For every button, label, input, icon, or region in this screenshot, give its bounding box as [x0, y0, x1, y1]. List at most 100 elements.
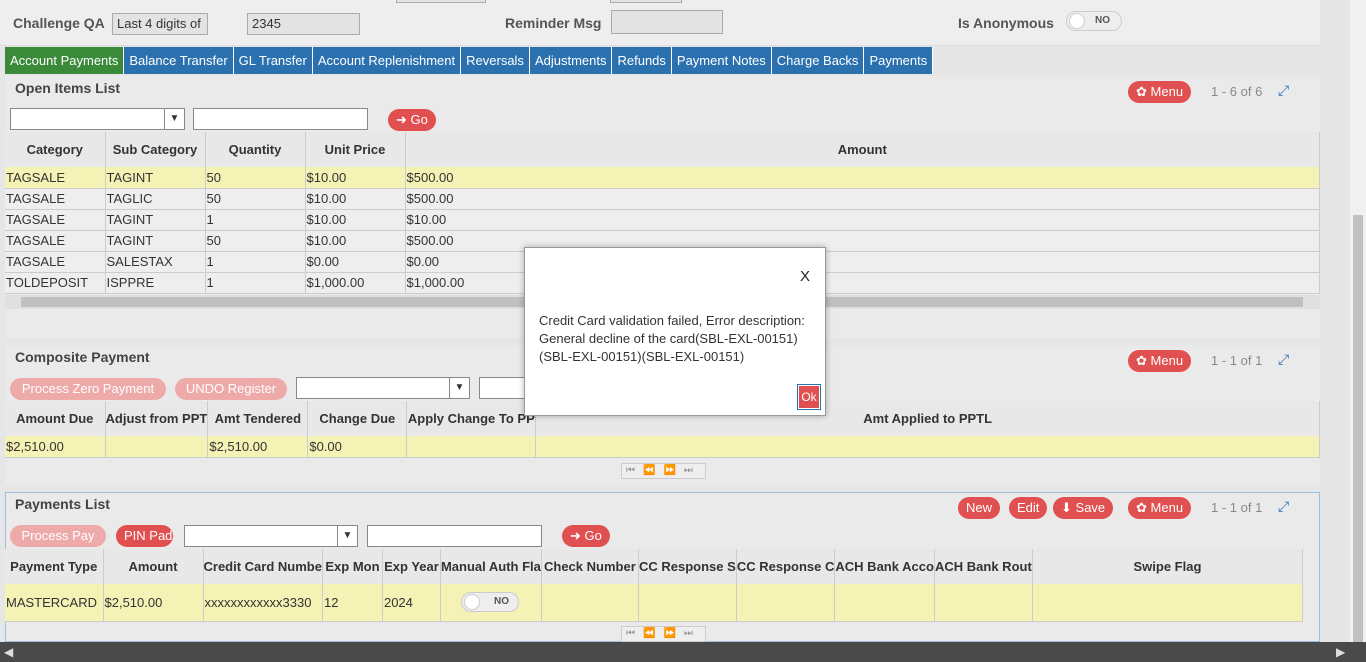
- scroll-left-icon[interactable]: ◀: [4, 645, 13, 659]
- gear-icon: ✿: [1136, 84, 1147, 99]
- cell: 50: [205, 167, 306, 189]
- column-header[interactable]: Credit Card Numbe: [203, 549, 323, 584]
- challenge-answer-field[interactable]: 2345: [247, 13, 360, 35]
- table-row[interactable]: TAGSALE TAGLIC 50 $10.00 $500.00: [5, 188, 1320, 210]
- close-icon[interactable]: X: [800, 268, 810, 285]
- tab-account-payments[interactable]: Account Payments: [5, 47, 125, 74]
- reminder-msg-field[interactable]: [611, 10, 723, 34]
- toggle-text: NO: [493, 596, 509, 607]
- menu-label: Menu: [1150, 353, 1184, 368]
- tab-balance-transfer[interactable]: Balance Transfer: [124, 47, 234, 74]
- table-row[interactable]: TAGSALE TAGINT 50 $10.00 $500.00: [5, 167, 1320, 189]
- save-button[interactable]: ⬇ Save: [1053, 497, 1114, 519]
- manual-auth-toggle[interactable]: NO: [460, 592, 519, 612]
- tab-payment-notes[interactable]: Payment Notes: [671, 47, 772, 74]
- new-button[interactable]: New: [958, 497, 1001, 519]
- tab-payments[interactable]: Payments: [864, 47, 934, 74]
- save-label: Save: [1075, 500, 1106, 515]
- page-vertical-scrollbar[interactable]: [1350, 0, 1366, 642]
- top-field-fragment-2: [610, 0, 682, 3]
- expand-icon[interactable]: ⤢: [1278, 82, 1289, 99]
- column-header[interactable]: Amount: [103, 549, 204, 584]
- column-header[interactable]: Check Number: [541, 549, 639, 584]
- column-header[interactable]: Unit Price: [305, 132, 406, 167]
- tab-account-replenishment[interactable]: Account Replenishment: [312, 47, 462, 74]
- payments-pager[interactable]: ⏮⏪⏩⏭: [621, 626, 706, 642]
- cell: $10.00: [305, 188, 406, 210]
- composite-menu-button[interactable]: ✿ Menu: [1128, 350, 1192, 372]
- ok-button[interactable]: Ok: [797, 384, 821, 410]
- column-header[interactable]: Payment Type: [5, 549, 104, 584]
- open-items-menu-button[interactable]: ✿ Menu: [1128, 81, 1192, 103]
- tab-reversals[interactable]: Reversals: [461, 47, 530, 74]
- page-horizontal-scrollbar[interactable]: ◀ ▶: [0, 642, 1366, 662]
- column-header[interactable]: Quantity: [205, 132, 306, 167]
- process-pay-button[interactable]: Process Pay: [10, 525, 106, 547]
- cell: [541, 584, 639, 622]
- tab-adjustments[interactable]: Adjustments: [529, 47, 613, 74]
- column-header[interactable]: CC Response S: [638, 549, 737, 584]
- chevron-down-icon: ▼: [164, 109, 184, 129]
- column-header[interactable]: Category: [5, 132, 106, 167]
- composite-field-select[interactable]: ▼: [296, 377, 470, 399]
- cell: [638, 584, 737, 622]
- scrollbar-thumb[interactable]: [1353, 215, 1363, 642]
- challenge-question-field[interactable]: Last 4 digits of: [112, 13, 208, 35]
- cell: $10.00: [305, 209, 406, 231]
- expand-icon[interactable]: ⤢: [1278, 351, 1289, 368]
- column-header[interactable]: Adjust from PPT: [105, 401, 209, 436]
- column-header[interactable]: CC Response C: [736, 549, 836, 584]
- payments-menu-button[interactable]: ✿ Menu: [1128, 497, 1192, 519]
- column-header[interactable]: Swipe Flag: [1032, 549, 1304, 584]
- manual-auth-cell: NO: [440, 584, 542, 622]
- cell: $0.00: [305, 251, 406, 273]
- scroll-right-icon[interactable]: ▶: [1336, 645, 1345, 659]
- open-items-search-input[interactable]: [193, 108, 368, 130]
- pin-pad-button[interactable]: PIN Pad: [116, 525, 173, 547]
- is-anonymous-toggle[interactable]: NO: [1066, 11, 1122, 31]
- column-header[interactable]: ACH Bank Rout: [934, 549, 1033, 584]
- column-header[interactable]: Apply Change To PP: [406, 401, 537, 436]
- expand-icon[interactable]: ⤢: [1278, 498, 1289, 515]
- top-field-fragment-1: [396, 0, 486, 3]
- tab-gl-transfer[interactable]: GL Transfer: [233, 47, 313, 74]
- composite-count: 1 - 1 of 1: [1211, 353, 1263, 368]
- cell: 1: [205, 272, 306, 294]
- composite-pager[interactable]: ⏮⏪⏩⏭: [621, 463, 706, 479]
- cell: TAGSALE: [5, 230, 106, 252]
- cell: [736, 584, 836, 622]
- process-zero-payment-button[interactable]: Process Zero Payment: [10, 378, 166, 400]
- menu-label: Menu: [1150, 84, 1184, 99]
- undo-register-button[interactable]: UNDO Register: [175, 378, 287, 400]
- open-items-field-select[interactable]: ▼: [10, 108, 185, 130]
- cell: $10.00: [305, 230, 406, 252]
- toggle-text: NO: [1095, 15, 1110, 26]
- column-header[interactable]: ACH Bank Acco: [834, 549, 935, 584]
- column-header[interactable]: Amount Due: [5, 401, 106, 436]
- column-header[interactable]: Amount: [405, 132, 1320, 167]
- open-items-go-button[interactable]: ➜ Go: [388, 109, 436, 131]
- open-items-title: Open Items List: [15, 80, 121, 96]
- table-row[interactable]: MASTERCARD $2,510.00 xxxxxxxxxxxx3330 12…: [5, 584, 1304, 622]
- payments-go-button[interactable]: ➜ Go: [562, 525, 610, 547]
- table-row[interactable]: $2,510.00 $2,510.00 $0.00: [5, 436, 1320, 458]
- tab-charge-backs[interactable]: Charge Backs: [771, 47, 865, 74]
- column-header[interactable]: Exp Mon: [322, 549, 383, 584]
- save-icon: ⬇: [1061, 500, 1072, 515]
- column-header[interactable]: Manual Auth Fla: [440, 549, 542, 584]
- edit-button[interactable]: Edit: [1009, 497, 1048, 519]
- column-header[interactable]: Amt Tendered: [207, 401, 309, 436]
- column-header[interactable]: Exp Year: [382, 549, 441, 584]
- column-header[interactable]: Change Due: [307, 401, 408, 436]
- table-row[interactable]: TAGSALE TAGINT 1 $10.00 $10.00: [5, 209, 1320, 231]
- payments-search-input[interactable]: [367, 525, 542, 547]
- chevron-down-icon: ▼: [449, 378, 469, 398]
- cell: $2,510.00: [5, 436, 106, 458]
- column-header[interactable]: Sub Category: [105, 132, 206, 167]
- cell: [1032, 584, 1304, 622]
- gear-icon: ✿: [1136, 500, 1147, 515]
- cell: $500.00: [405, 188, 1320, 210]
- cell: [105, 436, 209, 458]
- payments-field-select[interactable]: ▼: [184, 525, 358, 547]
- tab-refunds[interactable]: Refunds: [612, 47, 672, 74]
